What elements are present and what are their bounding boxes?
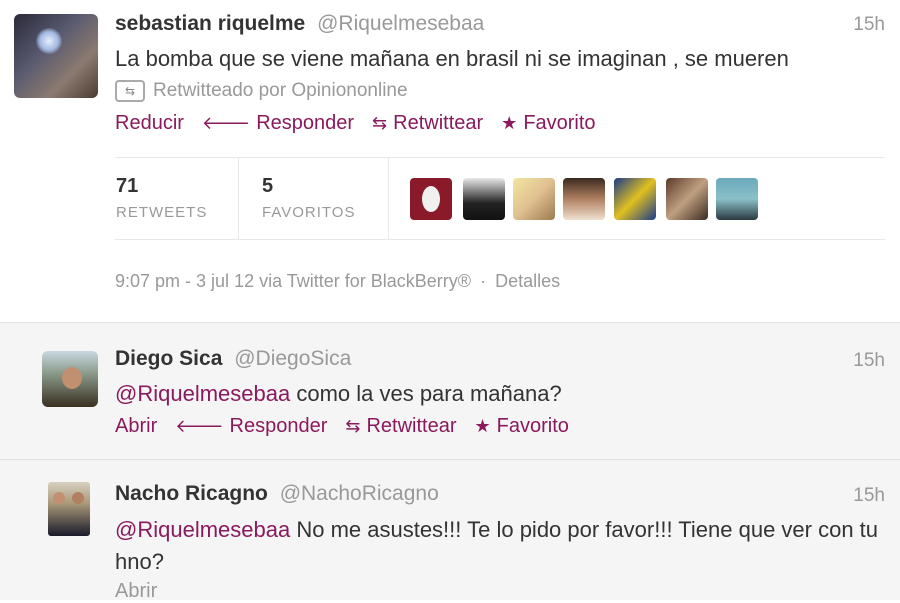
- tweet-time[interactable]: 15h: [853, 350, 885, 372]
- retweeted-by-label: Retwitteado por Opiniononline: [153, 80, 408, 101]
- favoriter-avatar[interactable]: [513, 178, 555, 220]
- favoriter-avatar[interactable]: [716, 178, 758, 220]
- tweet-details: 9:07 pm - 3 jul 12 via Twitter for Black…: [115, 271, 560, 292]
- retweets-count[interactable]: 71: [116, 175, 138, 198]
- author-handle[interactable]: @Riquelmesebaa: [317, 12, 484, 35]
- tweet-time[interactable]: 15h: [853, 485, 885, 507]
- star-icon: ★: [474, 416, 491, 436]
- details-separator: ·: [480, 271, 487, 291]
- open-label: Abrir: [115, 415, 158, 437]
- retweet-icon: ⇆: [372, 113, 388, 133]
- favorites-count[interactable]: 5: [262, 175, 273, 198]
- reply-arrow-icon: 🡐: [201, 113, 251, 133]
- collapse-link[interactable]: Reducir: [115, 112, 184, 135]
- retweet-icon: ⇆: [115, 80, 145, 102]
- favorites-label[interactable]: FAVORITOS: [262, 204, 355, 221]
- favoriter-avatar[interactable]: [614, 178, 656, 220]
- reply-label: Responder: [256, 112, 355, 134]
- retweet-label: Retwittear: [393, 112, 484, 134]
- favoriter-avatar[interactable]: [410, 178, 452, 220]
- tweet-body: como la ves para mañana?: [290, 381, 562, 406]
- avatar[interactable]: [42, 351, 98, 407]
- retweet-button[interactable]: ⇆ Retwittear: [345, 415, 456, 438]
- author-name[interactable]: Nacho Ricagno: [115, 482, 268, 505]
- tweet-text: @Riquelmesebaa como la ves para mañana?: [115, 381, 562, 407]
- favorite-label: Favorito: [523, 112, 596, 134]
- avatar[interactable]: [48, 482, 90, 536]
- favoriter-avatar[interactable]: [563, 178, 605, 220]
- retweet-button[interactable]: ⇆ Retwittear: [372, 112, 483, 135]
- favorite-label: Favorito: [496, 415, 569, 437]
- reply-arrow-icon: 🡐: [175, 416, 224, 436]
- reply-label: Responder: [229, 415, 328, 437]
- retweet-label: Retwittear: [366, 415, 457, 437]
- favoriter-avatar[interactable]: [463, 178, 505, 220]
- stats-bottom-divider: [115, 239, 885, 240]
- reply-button[interactable]: 🡐 Responder: [175, 415, 327, 438]
- reply-tweet[interactable]: Nacho Ricagno @NachoRicagno 15h @Riquelm…: [0, 460, 900, 602]
- open-link[interactable]: Abrir: [115, 415, 157, 438]
- mention-link[interactable]: @Riquelmesebaa: [115, 381, 290, 406]
- tweet-timestamp[interactable]: 9:07 pm - 3 jul 12 via Twitter for Black…: [115, 271, 471, 291]
- author-name[interactable]: Diego Sica: [115, 347, 222, 370]
- details-link[interactable]: Detalles: [495, 271, 560, 291]
- tweet-text: @Riquelmesebaa No me asustes!!! Te lo pi…: [115, 514, 885, 578]
- favorite-button[interactable]: ★ Favorito: [474, 415, 568, 438]
- favorite-button[interactable]: ★ Favorito: [501, 112, 595, 135]
- reply-button[interactable]: 🡐 Responder: [202, 112, 354, 135]
- collapse-label: Reducir: [115, 112, 184, 134]
- mention-link[interactable]: @Riquelmesebaa: [115, 517, 290, 542]
- retweets-label[interactable]: RETWEETS: [116, 204, 207, 221]
- main-tweet: sebastian riquelme @Riquelmesebaa 15h La…: [0, 0, 900, 322]
- retweeted-by: ⇆ Retwitteado por Opiniononline: [115, 80, 408, 102]
- stats-separator: [238, 157, 239, 239]
- star-icon: ★: [501, 113, 518, 133]
- reply-tweet[interactable]: Diego Sica @DiegoSica 15h @Riquelmesebaa…: [0, 323, 900, 459]
- author-name[interactable]: sebastian riquelme: [115, 12, 305, 35]
- favoriter-avatar[interactable]: [666, 178, 708, 220]
- author-handle[interactable]: @DiegoSica: [234, 347, 351, 370]
- retweet-icon: ⇆: [345, 416, 361, 436]
- stats-separator: [388, 157, 389, 239]
- avatar[interactable]: [14, 14, 98, 98]
- tweet-time[interactable]: 15h: [853, 14, 885, 36]
- author-handle[interactable]: @NachoRicagno: [280, 482, 439, 505]
- tweet-text: La bomba que se viene mañana en brasil n…: [115, 46, 789, 71]
- stats-top-divider: [115, 157, 885, 158]
